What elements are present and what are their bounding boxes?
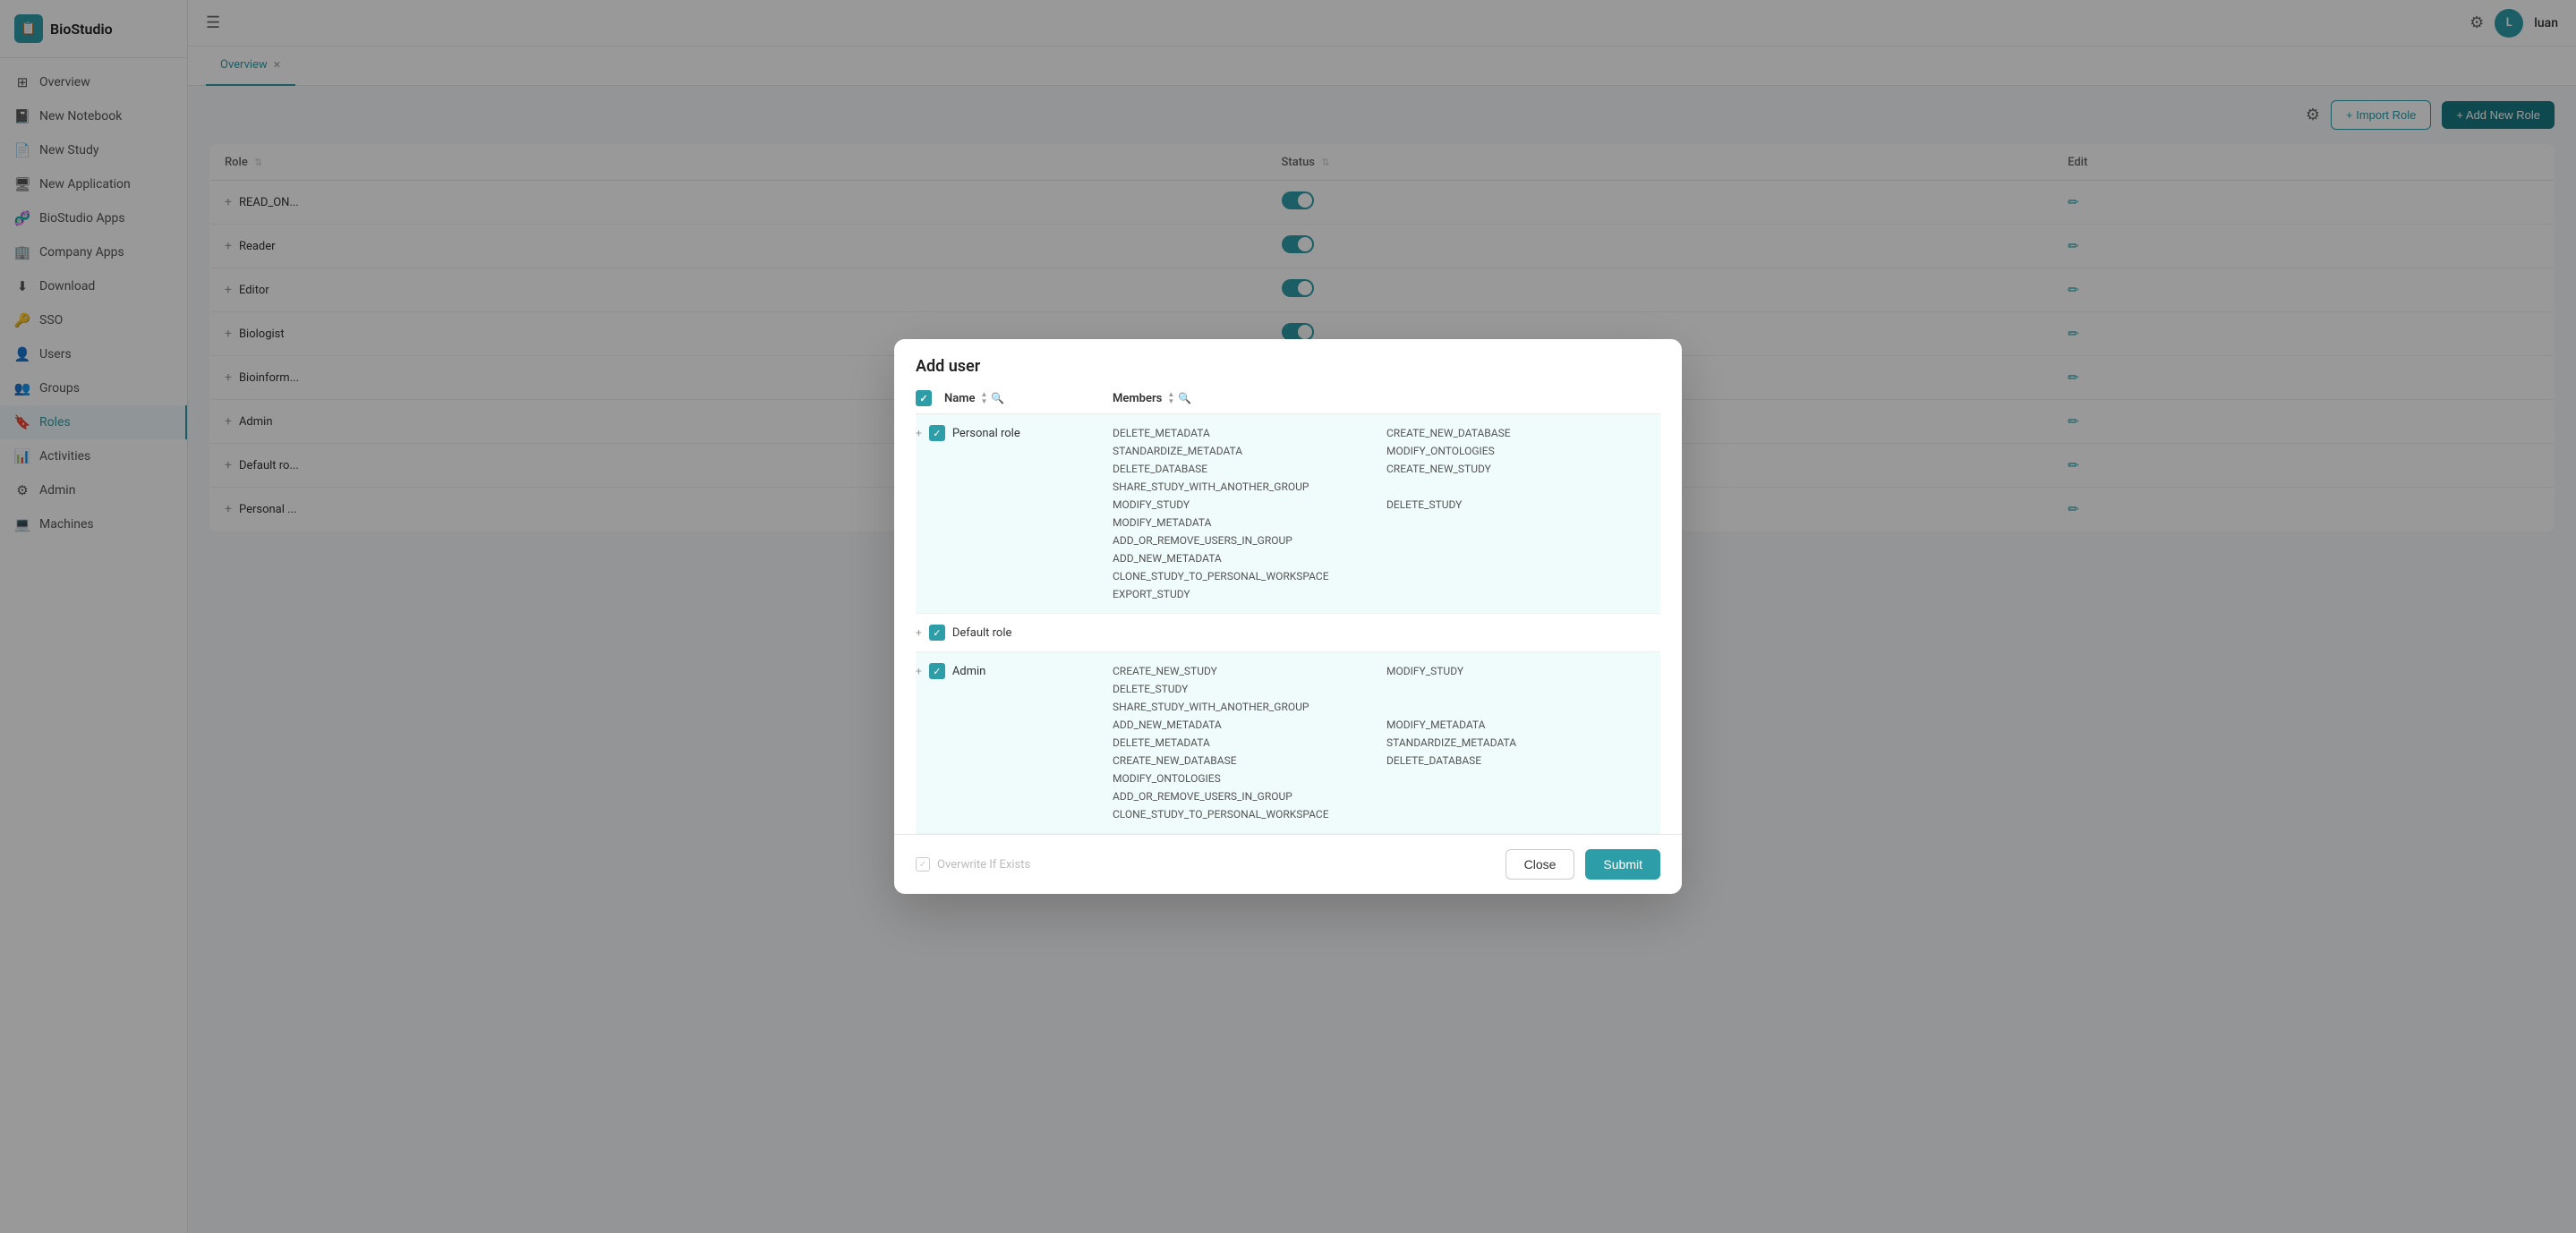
modal-col-name: ✓ Name ▲▼ 🔍 [916, 390, 1113, 406]
permission-item: CREATE_NEW_DATABASE [1113, 753, 1386, 769]
role-label: Admin [952, 665, 986, 678]
members-col-controls: ▲▼ 🔍 [1167, 391, 1191, 405]
role-row-header: + ✓ Admin CREATE_NEW_STUDYMODIFY_STUDYDE… [916, 652, 1660, 833]
overwrite-check[interactable]: ✓ Overwrite If Exists [916, 857, 1030, 872]
permission-item: MODIFY_ONTOLOGIES [1113, 770, 1386, 787]
permission-item [1386, 806, 1660, 822]
permission-item [1386, 699, 1660, 715]
role-row: + ✓ Default role [916, 614, 1660, 652]
permission-item [1386, 788, 1660, 804]
permission-item [1386, 479, 1660, 495]
submit-button[interactable]: Submit [1585, 849, 1660, 880]
permission-item: MODIFY_STUDY [1386, 663, 1660, 679]
members-search-icon[interactable]: 🔍 [1178, 392, 1191, 404]
permission-item: MODIFY_STUDY [1113, 497, 1386, 513]
permission-item: MODIFY_METADATA [1113, 514, 1386, 531]
role-label: Personal role [952, 427, 1020, 440]
close-button[interactable]: Close [1506, 849, 1575, 880]
permission-item: DELETE_DATABASE [1113, 461, 1386, 477]
permission-item [1386, 532, 1660, 548]
name-sort-icon[interactable]: ▲▼ [980, 391, 987, 405]
permission-item: STANDARDIZE_METADATA [1113, 443, 1386, 459]
modal-title: Add user [894, 339, 1682, 390]
permission-item: MODIFY_ONTOLOGIES [1386, 443, 1660, 459]
permission-item: DELETE_METADATA [1113, 735, 1386, 751]
permission-item: CLONE_STUDY_TO_PERSONAL_WORKSPACE [1113, 806, 1386, 822]
role-row: + ✓ Personal role DELETE_METADATACREATE_… [916, 414, 1660, 614]
modal-col-members: Members ▲▼ 🔍 [1113, 391, 1660, 405]
permission-item: EXPORT_STUDY [1113, 586, 1386, 602]
role-row-header: + ✓ Personal role DELETE_METADATACREATE_… [916, 414, 1660, 613]
add-user-modal: Add user ✓ Name ▲▼ 🔍 Members [894, 339, 1682, 894]
name-col-check[interactable]: ✓ [916, 390, 932, 406]
permission-item [1386, 681, 1660, 697]
role-label: Default role [952, 626, 1012, 640]
role-row: + ✓ Admin CREATE_NEW_STUDYMODIFY_STUDYDE… [916, 652, 1660, 834]
permission-item: DELETE_METADATA [1113, 425, 1386, 441]
permission-item: CLONE_STUDY_TO_PERSONAL_WORKSPACE [1113, 568, 1386, 584]
permission-item [1386, 550, 1660, 566]
permission-item: CREATE_NEW_DATABASE [1386, 425, 1660, 441]
name-search-icon[interactable]: 🔍 [991, 392, 1004, 404]
modal-body: ✓ Name ▲▼ 🔍 Members ▲▼ � [894, 390, 1682, 834]
modal-footer-buttons: Close Submit [1506, 849, 1660, 880]
role-checkbox[interactable]: ✓ [929, 425, 945, 441]
modal-footer: ✓ Overwrite If Exists Close Submit [894, 834, 1682, 894]
role-permissions: CREATE_NEW_STUDYMODIFY_STUDYDELETE_STUDY… [1113, 663, 1660, 822]
permission-item: ADD_NEW_METADATA [1113, 717, 1386, 733]
permission-item: DELETE_DATABASE [1386, 753, 1660, 769]
modal-table-header: ✓ Name ▲▼ 🔍 Members ▲▼ � [916, 390, 1660, 414]
permission-item [1386, 586, 1660, 602]
overwrite-label: Overwrite If Exists [937, 858, 1030, 872]
role-row-name: + ✓ Personal role [916, 425, 1113, 441]
permission-item [1386, 770, 1660, 787]
permission-item: ADD_OR_REMOVE_USERS_IN_GROUP [1113, 788, 1386, 804]
role-row-header: + ✓ Default role [916, 614, 1660, 651]
role-expand-icon[interactable]: + [916, 427, 922, 439]
role-checkbox[interactable]: ✓ [929, 625, 945, 641]
role-expand-icon[interactable]: + [916, 665, 922, 677]
permission-item: CREATE_NEW_STUDY [1113, 663, 1386, 679]
permission-item: CREATE_NEW_STUDY [1386, 461, 1660, 477]
name-col-controls: ▲▼ 🔍 [980, 391, 1004, 405]
members-sort-icon[interactable]: ▲▼ [1167, 391, 1174, 405]
permission-item: ADD_OR_REMOVE_USERS_IN_GROUP [1113, 532, 1386, 548]
role-checkbox[interactable]: ✓ [929, 663, 945, 679]
permission-item: SHARE_STUDY_WITH_ANOTHER_GROUP [1113, 699, 1386, 715]
permission-item: DELETE_STUDY [1113, 681, 1386, 697]
modal-overlay[interactable]: Add user ✓ Name ▲▼ 🔍 Members [0, 0, 2576, 1233]
permission-item: SHARE_STUDY_WITH_ANOTHER_GROUP [1113, 479, 1386, 495]
role-row-name: + ✓ Default role [916, 625, 1113, 641]
overwrite-checkbox[interactable]: ✓ [916, 857, 930, 872]
modal-role-list: + ✓ Personal role DELETE_METADATACREATE_… [916, 414, 1660, 834]
role-row-name: + ✓ Admin [916, 663, 1113, 679]
permission-item: ADD_NEW_METADATA [1113, 550, 1386, 566]
role-expand-icon[interactable]: + [916, 626, 922, 639]
role-permissions: DELETE_METADATACREATE_NEW_DATABASESTANDA… [1113, 425, 1660, 602]
permission-item [1386, 568, 1660, 584]
permission-item: STANDARDIZE_METADATA [1386, 735, 1660, 751]
permission-item [1386, 514, 1660, 531]
permission-item: DELETE_STUDY [1386, 497, 1660, 513]
permission-item: MODIFY_METADATA [1386, 717, 1660, 733]
